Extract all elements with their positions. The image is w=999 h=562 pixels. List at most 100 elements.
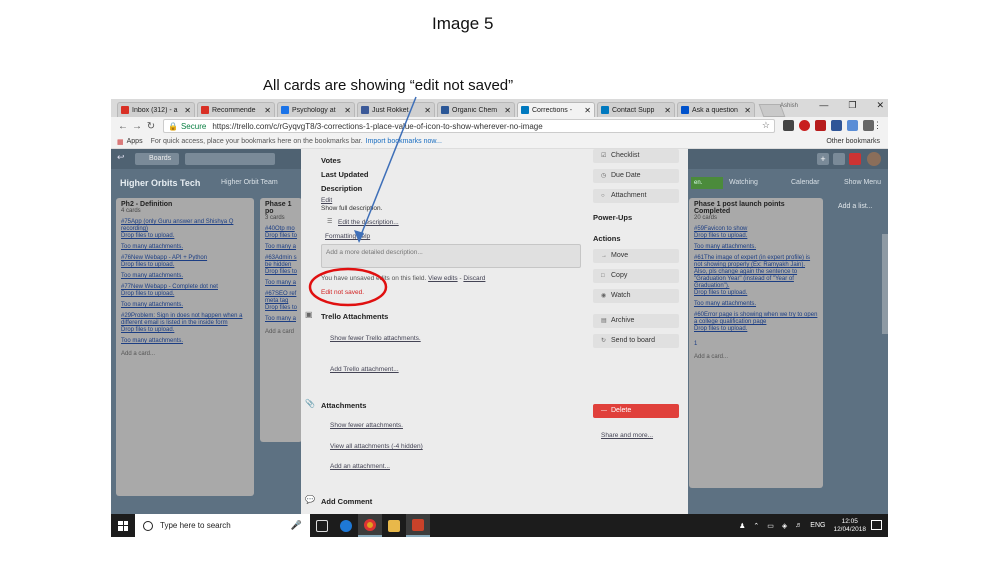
show-full-description[interactable]: Show full description. [321,205,382,212]
import-bookmarks-link[interactable]: Import bookmarks now... [366,138,442,145]
archive-button[interactable]: ▤ Archive [593,314,679,328]
card-title[interactable]: #61The image of expert (in expert profil… [694,255,818,290]
bookmark-star-icon[interactable]: ☆ [762,120,770,131]
attachment-button[interactable]: ○ Attachment [593,189,679,203]
add-trello-attachment-link[interactable]: Add Trello attachment... [330,366,399,373]
volume-icon[interactable]: ♬ [795,522,802,529]
profile-name[interactable]: Ashish [780,103,798,109]
delete-button[interactable]: — Delete [593,404,679,418]
clock[interactable]: 12:05 12/04/2018 [833,518,866,534]
language-indicator[interactable]: ENG [810,522,825,529]
browser-tab[interactable]: Psychology at ✕ [277,102,355,117]
microphone-icon[interactable]: 🎤 [291,520,302,531]
watching-button[interactable]: Watching [729,179,758,186]
card-title[interactable]: #29Problem: Sign in does not happen when… [121,313,249,327]
card-title[interactable]: #40Otp mo [265,226,297,233]
powerpoint-icon[interactable] [406,514,430,537]
list-item[interactable]: #40Otp mo Drop files to Too many a [260,224,302,253]
extension-blue-icon[interactable] [847,120,858,131]
apps-icon[interactable]: ▦ [117,138,124,146]
browser-tab[interactable]: Inbox (312) - a ✕ [117,102,195,117]
extension-pdf-icon[interactable] [815,120,826,131]
avatar[interactable] [867,152,881,166]
browser-tab[interactable]: Ask a question ✕ [677,102,755,117]
add-card-button[interactable]: Add a card [260,325,302,339]
file-explorer-icon[interactable] [382,514,406,537]
board-scrollbar[interactable] [882,234,888,334]
url-input[interactable]: 🔒 Secure https://trello.com/c/rGyqvgT8/3… [163,119,775,133]
chrome-icon[interactable] [358,514,382,537]
reload-icon[interactable]: ↻ [144,121,158,132]
card-title[interactable]: #76New Webapp - API + Python [121,255,249,262]
action-center-icon[interactable] [871,520,882,530]
start-button[interactable] [111,514,135,537]
extension-m-icon[interactable] [783,120,794,131]
show-fewer-attachments-link[interactable]: Show fewer attachments. [330,422,403,429]
tab-close-icon[interactable]: ✕ [504,106,511,115]
edit-the-description-link[interactable]: Edit the description... [338,219,399,226]
card-title[interactable]: #77New Webapp - Complete dot net [121,284,249,291]
apps-link[interactable]: Apps [127,138,143,145]
list-title[interactable]: Phase 1 post launch points Completed [689,198,823,215]
browser-tab[interactable]: Corrections - ✕ [517,102,595,117]
board-title[interactable]: Higher Orbits Tech [120,178,200,188]
list-item[interactable]: #75App (only Guru answer and Shishya Q r… [116,217,254,253]
taskbar-search-input[interactable]: Type here to search 🎤 [135,514,310,537]
edge-icon[interactable] [334,514,358,537]
calendar-button[interactable]: Calendar [791,179,819,186]
list-item[interactable]: #67SEO ref meta tag Drop files to Too many… [260,289,302,325]
formatting-help-link[interactable]: Formatting help [325,233,370,240]
back-icon[interactable]: ← [116,121,130,132]
list-item[interactable]: #59Favicon to show Drop files to upload. T… [689,224,823,253]
board-search-input[interactable] [185,153,275,165]
list-title[interactable]: Phase 1 po [260,198,302,215]
minimize-icon[interactable]: — [819,100,828,111]
checklist-button[interactable]: ☑ Checklist [593,149,679,163]
card-title[interactable]: #63Admin s be hidden [265,255,297,269]
maximize-icon[interactable]: ❐ [848,100,856,111]
browser-tab[interactable]: Contact Supp ✕ [597,102,675,117]
forward-icon[interactable]: → [130,121,144,132]
due-date-button[interactable]: ◷ Due Date [593,169,679,183]
view-all-attachments-link[interactable]: View all attachments (-4 hidden) [330,443,423,450]
wifi-icon[interactable]: ◈ [782,522,787,530]
tab-close-icon[interactable]: ✕ [264,106,271,115]
description-textarea[interactable]: Add a more detailed description... [321,244,581,268]
card-title[interactable]: #59Favicon to show [694,226,818,233]
copy-button[interactable]: □ Copy [593,269,679,283]
watch-button[interactable]: ◉ Watch [593,289,679,303]
menu-dots-icon[interactable]: ⋮ [873,120,882,131]
browser-tab[interactable]: Just Rokket ✕ [357,102,435,117]
add-list-button[interactable]: Add a list... [838,203,873,210]
list-item[interactable]: #77New Webapp - Complete dot net Drop fil… [116,282,254,311]
list-item[interactable]: #29Problem: Sign in does not happen when… [116,311,254,347]
share-and-more-link[interactable]: Share and more... [601,432,653,439]
extension-opera-icon[interactable] [799,120,810,131]
send-to-board-button[interactable]: ↻ Send to board [593,334,679,348]
tray-chevron-icon[interactable]: ⌃ [753,522,759,530]
discard-link[interactable]: Discard [463,275,485,282]
battery-icon[interactable]: ▭ [767,522,774,530]
info-icon[interactable] [833,153,845,165]
list-item[interactable]: #60Error page is showing when we try to … [689,310,823,339]
card-title[interactable]: #67SEO ref meta tag [265,291,297,305]
tab-close-icon[interactable]: ✕ [424,106,431,115]
boards-button[interactable]: Boards [135,153,179,165]
add-card-button[interactable]: Add a card... [116,347,254,361]
task-view-icon[interactable] [310,514,334,537]
show-fewer-trello-link[interactable]: Show fewer Trello attachments. [330,335,421,342]
tab-close-icon[interactable]: ✕ [584,106,591,115]
browser-tab[interactable]: Organic Chem ✕ [437,102,515,117]
add-attachment-link[interactable]: Add an attachment... [330,463,390,470]
tab-close-icon[interactable]: ✕ [344,106,351,115]
card-title[interactable]: #60Error page is showing when we try to … [694,312,818,326]
add-card-button[interactable]: Add a card... [689,350,823,364]
list-item[interactable]: #76New Webapp - API + Python Drop files t… [116,253,254,282]
list-title[interactable]: Ph2 - Definition [116,198,254,208]
browser-tab[interactable]: Recommende ✕ [197,102,275,117]
list-item[interactable]: #63Admin s be hidden Drop files to Too man… [260,253,302,289]
tab-close-icon[interactable]: ✕ [744,106,751,115]
people-icon[interactable]: ♟ [739,522,745,530]
board-team[interactable]: Higher Orbit Team [221,179,278,186]
tab-close-icon[interactable]: ✕ [664,106,671,115]
